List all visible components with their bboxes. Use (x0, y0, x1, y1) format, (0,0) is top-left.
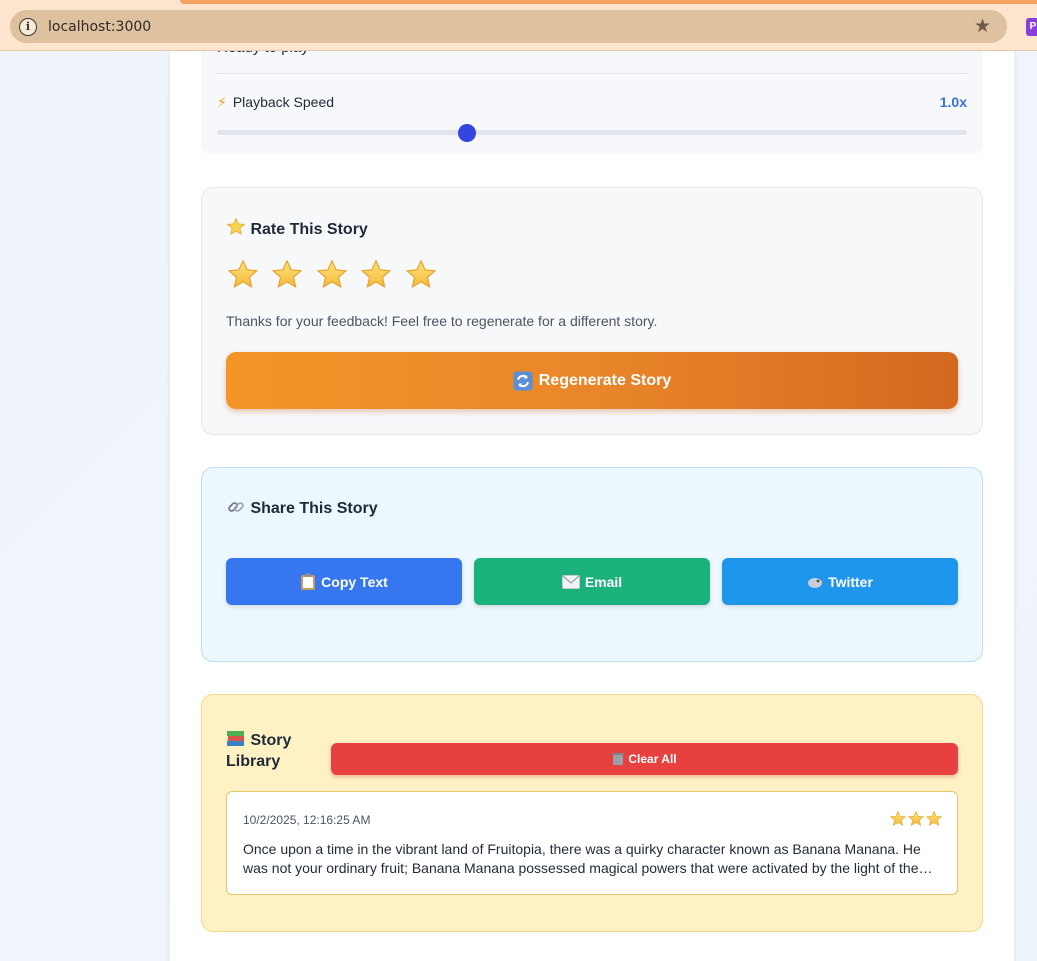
story-date: 10/2/2025, 12:16:25 AM (243, 813, 371, 827)
star-rating[interactable] (226, 258, 444, 297)
speed-slider-thumb[interactable] (457, 124, 476, 142)
books-icon (227, 731, 244, 746)
clipboard-icon (301, 573, 316, 590)
rating-star-icon (925, 810, 943, 826)
site-info-icon[interactable]: i (19, 18, 37, 36)
extension-icon[interactable]: P (1026, 18, 1037, 36)
lightning-icon: ⚡ (217, 94, 227, 110)
email-button[interactable]: Email (474, 558, 710, 605)
playback-speed-text: Playback Speed (232, 94, 335, 110)
rating-star-icon (907, 810, 925, 826)
copy-label: Copy Text (321, 573, 388, 590)
share-title-text: Share This Story (250, 500, 378, 517)
rating-star-icon (889, 810, 907, 826)
rate-section-title: Rate This Story (226, 217, 368, 239)
bird-icon (808, 577, 824, 588)
library-story-item[interactable]: 10/2/2025, 12:16:25 AM Once upon a time … (226, 791, 958, 895)
library-section-title: Story Library (226, 729, 326, 772)
story-rating (889, 810, 943, 833)
browser-toolbar: i localhost:3000 ★ P (0, 0, 1037, 51)
clear-all-label: Clear All (628, 752, 677, 766)
audio-divider (217, 73, 967, 74)
url-text[interactable]: localhost:3000 (48, 19, 151, 35)
rating-star-4[interactable] (359, 258, 393, 292)
rating-star-3[interactable] (315, 258, 349, 292)
browser-tab-strip (180, 0, 1037, 4)
rating-star-5[interactable] (404, 258, 438, 292)
link-icon (228, 502, 244, 512)
email-label: Email (584, 573, 623, 590)
trash-icon (612, 753, 625, 765)
clear-all-button[interactable]: Clear All (331, 743, 958, 775)
address-bar[interactable] (10, 10, 1007, 43)
feedback-message: Thanks for your feedback! Feel free to r… (226, 313, 658, 329)
playback-speed-label: ⚡ Playback Speed (217, 94, 334, 111)
refresh-icon (513, 371, 533, 390)
bookmark-star-icon[interactable]: ★ (974, 15, 991, 38)
share-section-title: Share This Story (226, 497, 378, 518)
star-icon (226, 217, 246, 235)
rate-title-text: Rate This Story (250, 221, 368, 238)
twitter-label: Twitter (828, 573, 873, 590)
playback-speed-value: 1.0x (939, 94, 967, 110)
regenerate-story-button[interactable]: Regenerate Story (226, 352, 958, 409)
envelope-icon (561, 574, 580, 589)
speed-slider-track[interactable] (217, 130, 967, 135)
regenerate-label: Regenerate Story (538, 371, 672, 389)
copy-text-button[interactable]: Copy Text (226, 558, 462, 605)
rating-star-1[interactable] (226, 258, 260, 292)
twitter-button[interactable]: Twitter (722, 558, 958, 605)
story-preview-text: Once upon a time in the vibrant land of … (243, 841, 921, 876)
rating-star-2[interactable] (270, 258, 304, 292)
